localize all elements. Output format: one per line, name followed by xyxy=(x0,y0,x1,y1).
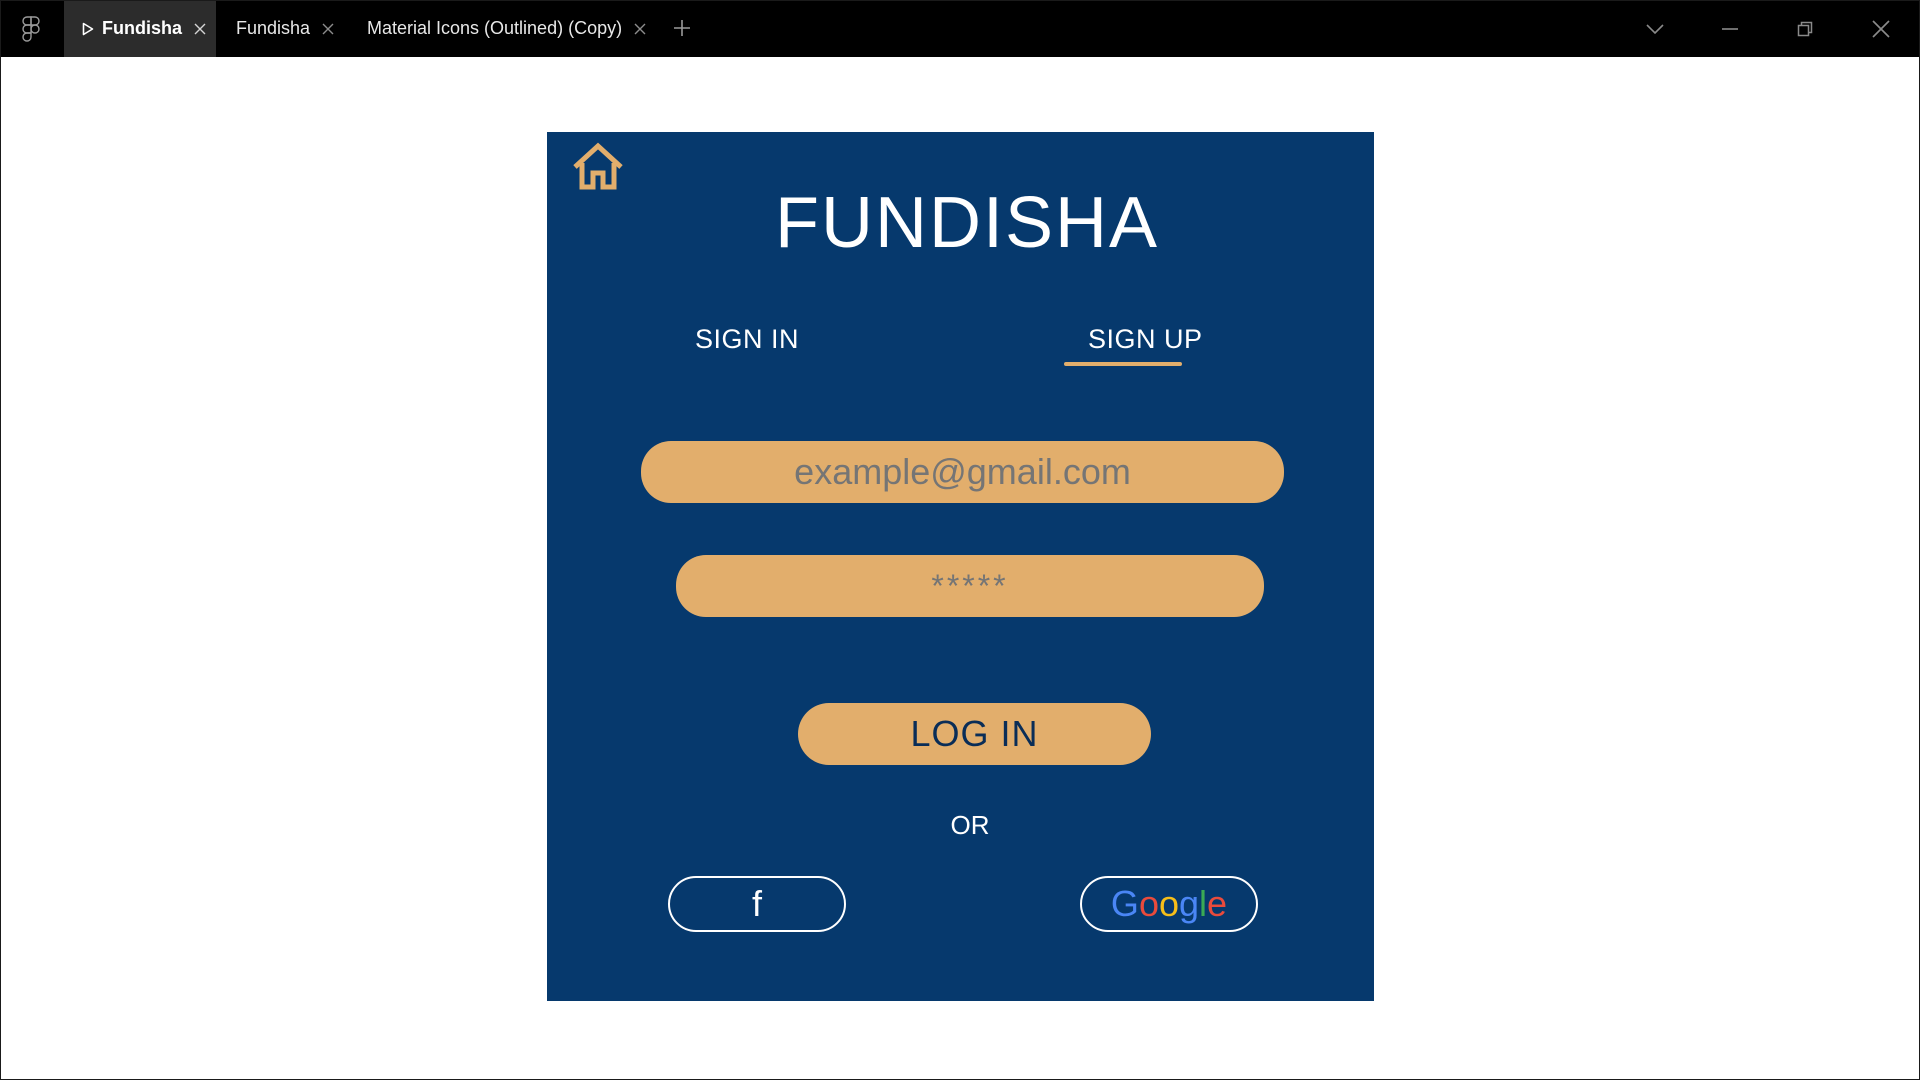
tab-material-icons[interactable]: Material Icons (Outlined) (Copy) xyxy=(367,0,646,57)
facebook-icon: f xyxy=(751,883,762,924)
google-letter: e xyxy=(1207,883,1228,924)
close-window-icon[interactable] xyxy=(1870,18,1892,40)
title-bar: Fundisha Fundisha Material Icons (Outlin… xyxy=(0,0,1920,57)
tab-sign-up[interactable]: SIGN UP xyxy=(1088,324,1203,355)
login-button[interactable]: LOG IN xyxy=(798,703,1151,765)
close-icon[interactable] xyxy=(194,23,206,35)
google-letter: l xyxy=(1199,883,1208,924)
tab-fundisha[interactable]: Fundisha xyxy=(236,0,334,57)
google-letter: o xyxy=(1138,883,1159,924)
brand-title: FUNDISHA xyxy=(774,183,1159,263)
google-letter: g xyxy=(1179,883,1200,924)
tab-fundisha-prototype[interactable]: Fundisha xyxy=(64,0,216,57)
play-icon xyxy=(82,22,94,36)
chevron-down-icon[interactable] xyxy=(1644,18,1666,40)
close-icon[interactable] xyxy=(634,23,646,35)
google-letter: o xyxy=(1158,883,1179,924)
google-logo: Google xyxy=(1111,883,1227,925)
email-field[interactable] xyxy=(641,441,1284,503)
close-icon[interactable] xyxy=(322,23,334,35)
google-letter: G xyxy=(1110,883,1139,924)
tab-label: Material Icons (Outlined) (Copy) xyxy=(367,18,623,38)
restore-icon[interactable] xyxy=(1794,18,1816,40)
facebook-login-button[interactable]: f xyxy=(668,876,846,932)
minimize-icon[interactable] xyxy=(1719,18,1741,40)
google-login-button[interactable]: Google xyxy=(1080,876,1258,932)
prototype-frame: FUNDISHA SIGN IN SIGN UP LOG IN OR f Goo… xyxy=(547,132,1374,1001)
active-tab-indicator xyxy=(1064,362,1182,366)
or-divider-label: OR xyxy=(950,810,990,840)
figma-logo-icon[interactable] xyxy=(0,0,62,57)
tab-label: Fundisha xyxy=(102,18,182,38)
add-tab-icon[interactable] xyxy=(672,18,692,38)
password-field[interactable] xyxy=(676,555,1264,617)
tab-label: Fundisha xyxy=(236,18,311,38)
tab-sign-in[interactable]: SIGN IN xyxy=(695,324,799,355)
